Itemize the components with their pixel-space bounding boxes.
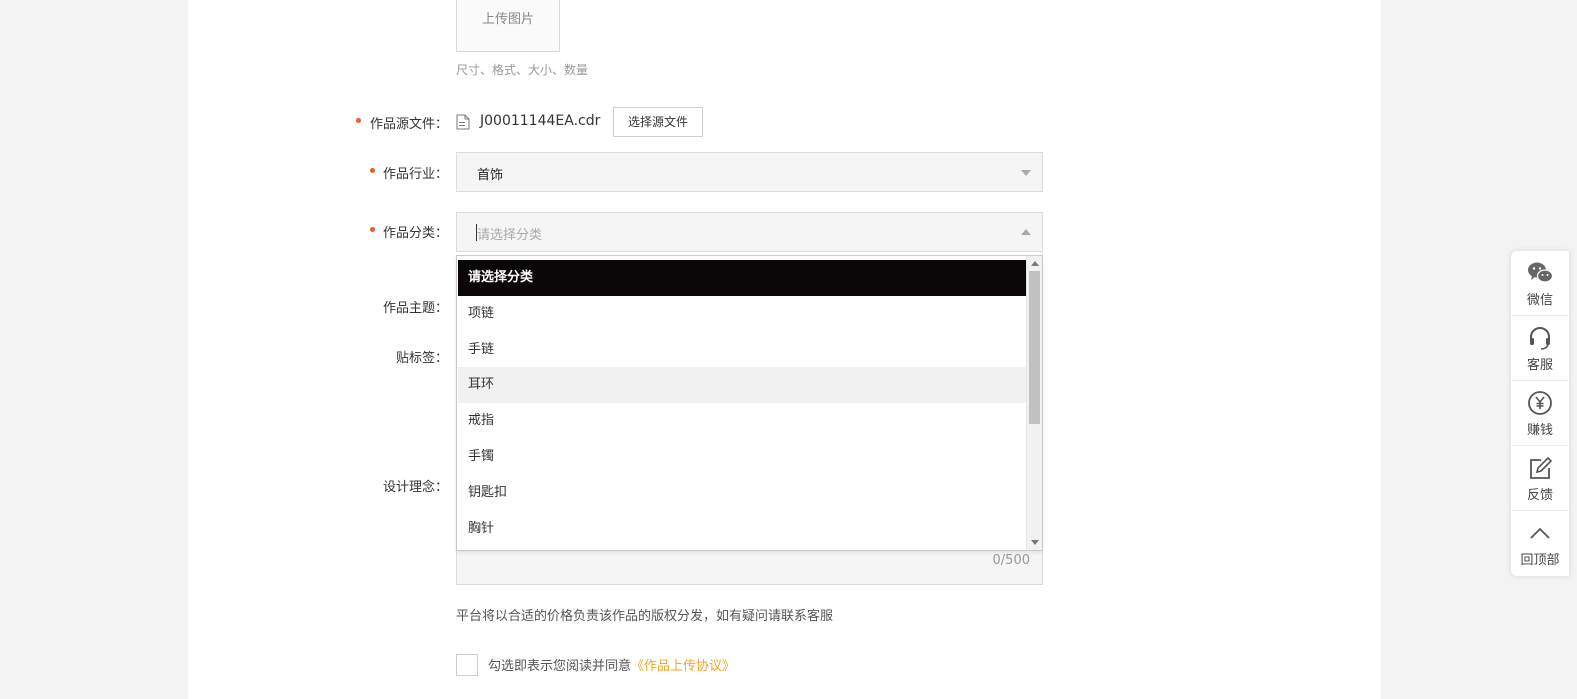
category-label: 作品分类： [382, 226, 448, 241]
category-option[interactable]: 钥匙扣 [458, 475, 1026, 511]
file-icon [456, 114, 470, 130]
sidebar-item-feedback[interactable]: 反馈 [1511, 446, 1569, 511]
sidebar-item-wechat[interactable]: 微信 [1511, 251, 1569, 316]
sidebar-item-service[interactable]: 客服 [1511, 316, 1569, 381]
concept-label: 设计理念： [382, 480, 448, 495]
edit-icon [1530, 456, 1553, 479]
yen-icon [1528, 391, 1552, 415]
agreement-link[interactable]: 《作品上传协议》 [631, 659, 735, 674]
category-option[interactable]: 项链 [458, 296, 1026, 332]
chevron-down-icon [1021, 170, 1031, 176]
dropdown-scrollbar[interactable] [1026, 256, 1042, 550]
chevron-up-icon [1021, 229, 1031, 235]
category-option[interactable]: 耳环 [458, 367, 1026, 404]
copyright-notice: 平台将以合适的价格负责该作品的版权分发，如有疑问请联系客服 [456, 609, 834, 624]
sidebar-label: 微信 [1526, 293, 1553, 308]
sidebar-item-back-to-top[interactable]: 回顶部 [1511, 511, 1569, 576]
sidebar-item-earn[interactable]: 赚钱 [1511, 381, 1569, 446]
chevron-up-icon [1530, 527, 1550, 539]
sidebar-label: 回顶部 [1520, 553, 1560, 568]
headset-icon [1530, 327, 1550, 350]
category-option[interactable]: 戒指 [458, 403, 1026, 439]
industry-select[interactable]: 首饰 [456, 152, 1043, 192]
floating-toolbar: 微信 客服 赚钱 反馈 回顶部 [1511, 251, 1569, 576]
category-option[interactable]: 请选择分类 [458, 260, 1026, 296]
scrollbar-thumb[interactable] [1029, 271, 1040, 424]
agree-checkbox[interactable] [456, 654, 478, 676]
tags-label: 贴标签： [395, 351, 448, 366]
upload-hint: 尺寸、格式、大小、数量 [456, 63, 589, 77]
source-file-label: 作品源文件： [369, 117, 448, 132]
wechat-icon [1528, 262, 1554, 283]
industry-select-value: 首饰 [477, 168, 504, 183]
sidebar-label: 赚钱 [1526, 423, 1553, 438]
category-dropdown-list[interactable]: 请选择分类 项链 手链 耳环 戒指 手镯 钥匙扣 胸针 [456, 255, 1043, 551]
char-count: 0/500 [992, 553, 1030, 568]
agreement-prefix: 勾选即表示您阅读并同意 [488, 659, 632, 674]
sidebar-label: 反馈 [1526, 488, 1553, 503]
agreement-text: 勾选即表示您阅读并同意《作品上传协议》 [488, 655, 735, 674]
choose-source-file-button[interactable]: 选择源文件 [613, 107, 703, 137]
upload-image-button[interactable]: 上传图片 [456, 0, 560, 52]
category-select[interactable]: 请选择分类 [456, 212, 1043, 252]
sidebar-label: 客服 [1526, 358, 1553, 373]
scroll-down-icon[interactable] [1031, 540, 1039, 545]
upload-image-label: 上传图片 [481, 12, 534, 27]
category-option[interactable]: 手链 [458, 332, 1026, 368]
source-file-name: J00011144EA.cdr [480, 113, 601, 129]
scroll-up-icon[interactable] [1031, 261, 1039, 266]
industry-label: 作品行业： [382, 167, 448, 182]
category-select-placeholder: 请选择分类 [477, 228, 543, 243]
category-option[interactable]: 手镯 [458, 439, 1026, 475]
theme-label: 作品主题： [382, 301, 448, 316]
category-option[interactable]: 胸针 [458, 511, 1026, 547]
